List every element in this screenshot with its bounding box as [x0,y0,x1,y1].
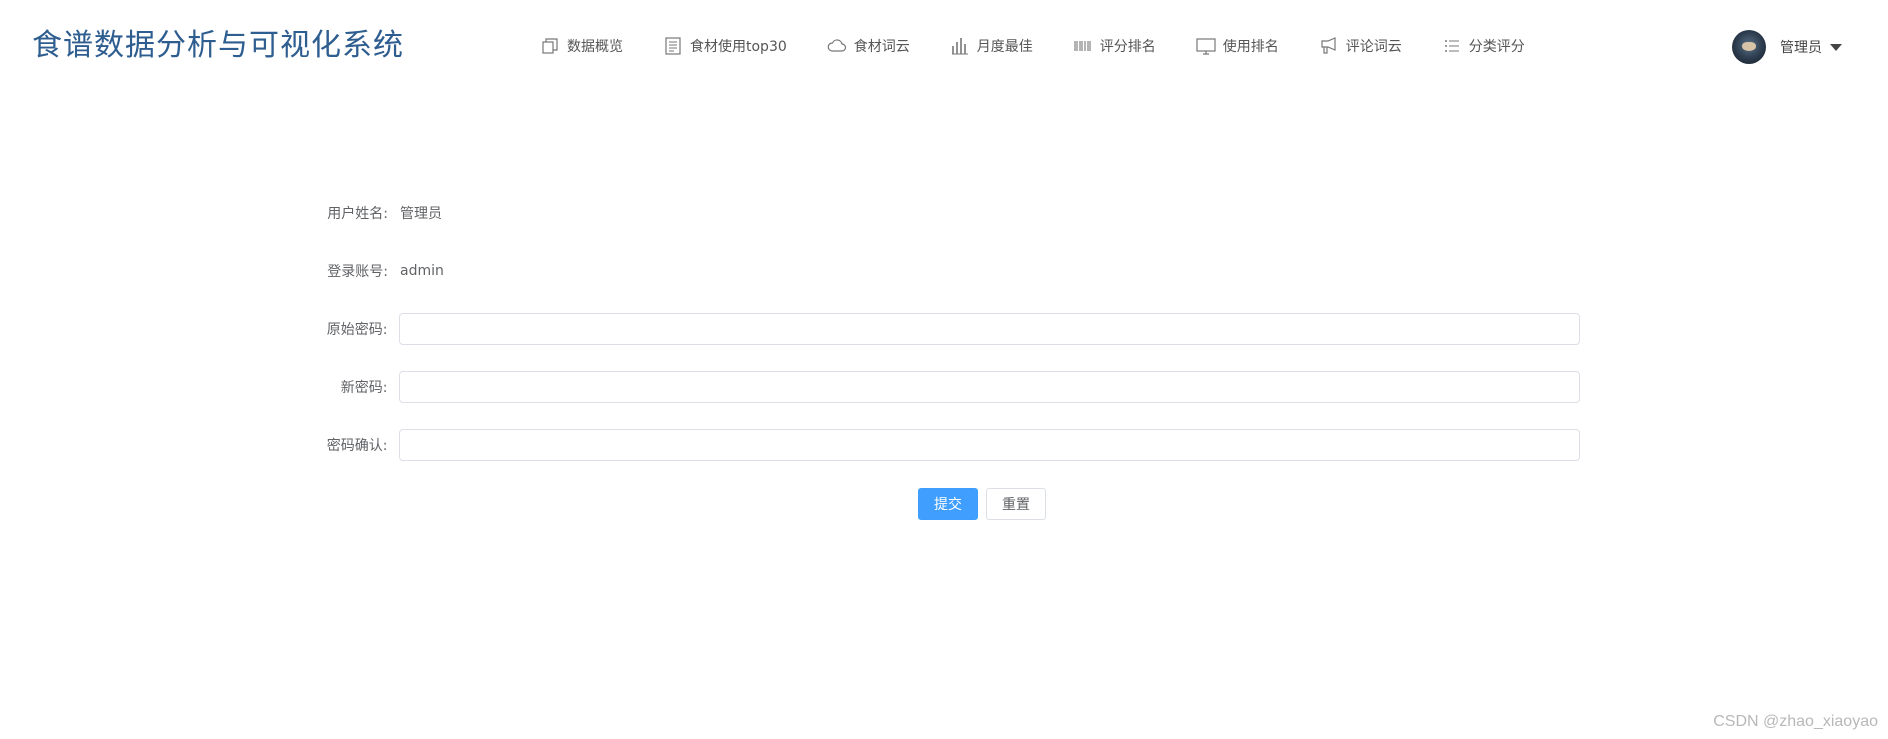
form-actions: 提交 重置 [918,488,1046,520]
new-password-input[interactable] [399,371,1580,403]
barcode-icon [1073,36,1093,56]
confirm-password-row: 密码确认: [300,428,1580,462]
copy-icon [540,36,560,56]
nav-item-label: 评分排名 [1099,39,1156,55]
megaphone-icon [1319,36,1339,56]
nav-item-label: 使用排名 [1222,39,1279,55]
old-password-row: 原始密码: [300,312,1580,346]
nav-item-label: 分类评分 [1468,39,1525,55]
watermark: CSDN @zhao_xiaoyao [1713,713,1878,730]
nav-item-label: 食材词云 [853,39,910,55]
monitor-icon [1196,36,1216,56]
caret-down-icon [1830,43,1842,51]
header: 食谱数据分析与可视化系统 数据概览 食材使用top30 食材词云 月度最佳 评分… [0,0,1888,92]
nav-item-comment-cloud[interactable]: 评论词云 [1319,30,1402,62]
account-value: admin [400,263,444,279]
nav-item-ingredient-top30[interactable]: 食材使用top30 [663,30,787,62]
avatar [1732,30,1766,64]
username-value: 管理员 [400,206,442,222]
old-password-label: 原始密码: [326,322,388,338]
nav-item-category-rating[interactable]: 分类评分 [1442,30,1525,62]
bar-chart-icon [950,36,970,56]
cloud-icon [827,36,847,56]
username-label: 用户姓名: [327,206,388,222]
nav-item-label: 食材使用top30 [690,39,787,55]
change-password-form: 用户姓名: 管理员 登录账号: admin 原始密码: 新密码: 密码确认: [300,196,1580,486]
nav-item-label: 月度最佳 [976,39,1033,55]
user-name: 管理员 [1780,40,1822,56]
nav-item-rating-rank[interactable]: 评分排名 [1073,30,1156,62]
old-password-input[interactable] [399,313,1580,345]
new-password-label: 新密码: [340,380,388,396]
reset-button[interactable]: 重置 [986,488,1046,520]
account-label: 登录账号: [327,264,388,280]
nav-item-overview[interactable]: 数据概览 [540,30,623,62]
nav-item-label: 评论词云 [1345,39,1402,55]
nav-item-usage-rank[interactable]: 使用排名 [1196,30,1279,62]
confirm-password-input[interactable] [399,429,1580,461]
account-row: 登录账号: admin [300,254,1580,288]
nav-item-ingredient-cloud[interactable]: 食材词云 [827,30,910,62]
new-password-row: 新密码: [300,370,1580,404]
user-menu[interactable]: 管理员 [1732,30,1842,64]
username-row: 用户姓名: 管理员 [300,196,1580,230]
list-icon [1442,36,1462,56]
nav-item-label: 数据概览 [567,39,623,55]
nav-item-monthly-best[interactable]: 月度最佳 [950,30,1033,62]
app-title: 食谱数据分析与可视化系统 [32,28,404,63]
top-nav: 数据概览 食材使用top30 食材词云 月度最佳 评分排名 使用排名 评论词云 … [540,30,1565,62]
document-icon [663,36,683,56]
confirm-password-label: 密码确认: [326,438,388,454]
submit-button[interactable]: 提交 [918,488,978,520]
